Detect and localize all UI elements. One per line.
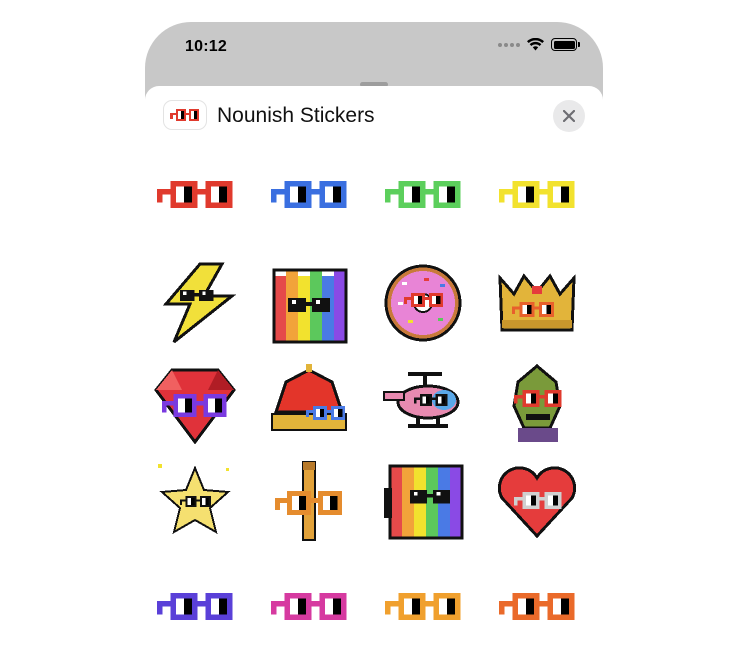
status-bar: 10:12 [145, 22, 603, 74]
sticker-sheet: Nounish Stickers [145, 86, 603, 656]
status-icons [498, 38, 580, 51]
sticker-orange-noggles[interactable] [380, 564, 466, 650]
sticker-dark-orange-noggles[interactable] [494, 564, 580, 650]
star-noggles-icon [158, 464, 231, 535]
sticker-helicopter-noggles[interactable] [380, 362, 466, 448]
sticker-red-noggles[interactable] [152, 152, 238, 238]
sticker-grid [145, 86, 603, 656]
pink-noggles-icon [271, 593, 347, 620]
purple-noggles-icon [157, 593, 233, 620]
zombie-noggles-icon [512, 364, 562, 442]
pencil-noggles-icon [275, 461, 343, 541]
rainbow-block-noggles-icon [272, 268, 348, 344]
heart-noggles-icon [497, 466, 577, 539]
status-time: 10:12 [185, 38, 227, 55]
gem-noggles-icon [154, 368, 236, 445]
lightning-noggles-icon [162, 262, 237, 344]
sticker-zombie-noggles[interactable] [494, 362, 580, 448]
sticker-red-crown-noggles[interactable] [266, 362, 352, 448]
red-crown-noggles-icon [271, 364, 347, 431]
sticker-star-noggles[interactable] [152, 458, 238, 544]
sticker-donut-noggles[interactable] [380, 260, 466, 346]
sticker-rainbow-flag-noggles[interactable] [380, 458, 466, 544]
donut-noggles-icon [384, 264, 462, 342]
sticker-rainbow-block-noggles[interactable] [266, 260, 352, 346]
signal-icon [498, 42, 520, 47]
battery-icon [551, 38, 580, 51]
wifi-icon [527, 38, 544, 51]
orange-noggles-icon [385, 593, 461, 620]
sticker-yellow-noggles[interactable] [494, 152, 580, 238]
sticker-lightning-noggles[interactable] [152, 260, 238, 346]
blue-noggles-icon [271, 181, 347, 208]
sticker-heart-noggles[interactable] [494, 458, 580, 544]
sticker-pink-noggles[interactable] [266, 564, 352, 650]
sticker-purple-noggles[interactable] [152, 564, 238, 650]
sticker-blue-noggles[interactable] [266, 152, 352, 238]
yellow-noggles-icon [499, 181, 575, 208]
red-noggles-icon [157, 181, 233, 208]
helicopter-noggles-icon [383, 372, 460, 428]
sticker-gem-noggles[interactable] [152, 362, 238, 448]
sticker-green-noggles[interactable] [380, 152, 466, 238]
rainbow-flag-noggles-icon [384, 464, 464, 540]
sticker-pencil-noggles[interactable] [266, 458, 352, 544]
sticker-crown-noggles[interactable] [494, 260, 580, 346]
green-noggles-icon [385, 181, 461, 208]
dark-orange-noggles-icon [499, 593, 575, 620]
crown-noggles-icon [498, 273, 576, 332]
phone-frame: 10:12 Nounish Stickers [145, 22, 603, 656]
